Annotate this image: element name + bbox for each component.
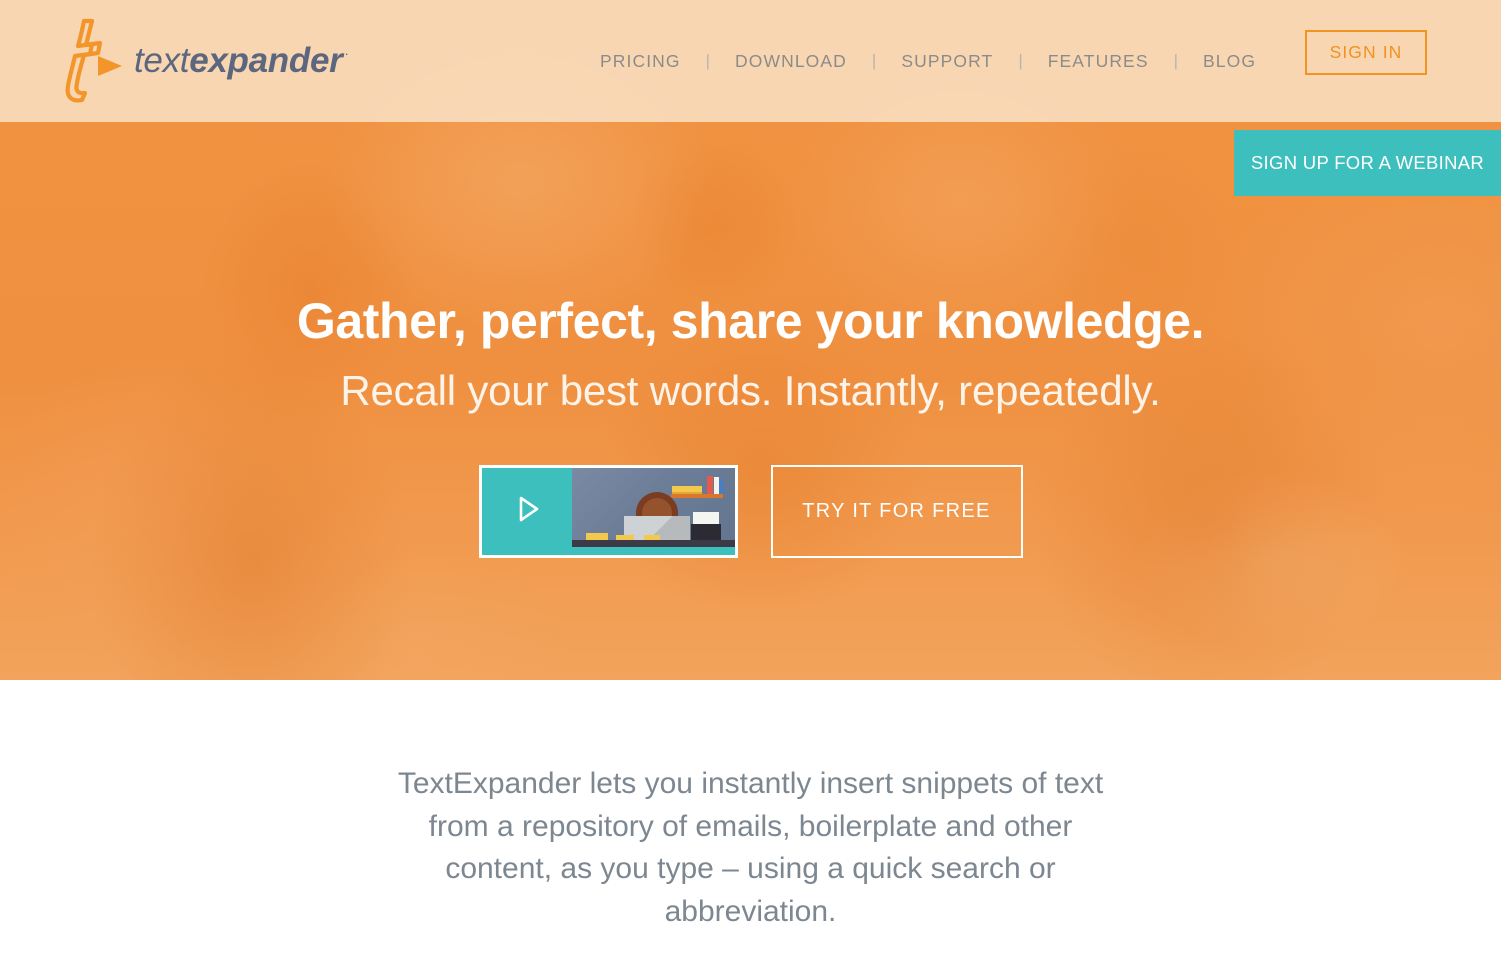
brand-logo[interactable]: textexpander ·	[38, 8, 349, 113]
play-triangle-icon	[507, 489, 547, 534]
nav-item-pricing[interactable]: PRICING	[600, 51, 681, 72]
hero-headline: Gather, perfect, share your knowledge.	[296, 293, 1205, 349]
printer-top-shape	[692, 512, 719, 525]
shelf-icon	[670, 494, 723, 499]
nav-separator: |	[1018, 51, 1023, 70]
webinar-signup-banner[interactable]: SIGN UP FOR A WEBINAR	[1234, 130, 1501, 196]
desk-paper-1	[585, 533, 608, 541]
nav-item-support[interactable]: SUPPORT	[901, 51, 993, 72]
hero-cta-group: TRY IT FOR FREE	[0, 465, 1501, 559]
intro-paragraph: TextExpander lets you instantly insert s…	[397, 767, 1104, 928]
landing-page: textexpander · PRICING | DOWNLOAD | SUPPO…	[0, 0, 1501, 971]
desk-surface-shape	[571, 540, 735, 548]
nav-item-blog[interactable]: BLOG	[1203, 51, 1256, 72]
brand-wordmark: textexpander ·	[134, 41, 349, 80]
hero-section: SIGN UP FOR A WEBINAR Gather, perfect, s…	[0, 122, 1501, 680]
nav-item-download[interactable]: DOWNLOAD	[735, 51, 847, 72]
intro-section: TextExpander lets you instantly insert s…	[0, 680, 1501, 971]
desk-front-shape	[571, 547, 735, 556]
yellow-book-icon	[671, 486, 702, 495]
red-book-icon	[706, 476, 713, 495]
printer-body-shape	[690, 524, 721, 541]
hero-subheadline: Recall your best words. Instantly, repea…	[340, 367, 1161, 414]
nav-item-features[interactable]: FEATURES	[1048, 51, 1149, 72]
sign-in-button[interactable]: SIGN IN	[1305, 30, 1427, 75]
blue-book-icon	[718, 479, 724, 495]
main-navigation: PRICING | DOWNLOAD | SUPPORT | FEATURES …	[600, 0, 1256, 122]
registered-mark: ·	[344, 46, 349, 61]
try-it-for-free-button[interactable]: TRY IT FOR FREE	[770, 465, 1023, 559]
watch-video-thumbnail[interactable]	[478, 465, 738, 559]
nav-separator: |	[1173, 51, 1179, 70]
play-button-panel[interactable]	[481, 468, 572, 556]
nav-separator: |	[871, 51, 877, 70]
brand-name-bold: expander	[189, 41, 343, 80]
textexpander-t-arrow-logo-icon	[38, 15, 124, 107]
site-header: textexpander · PRICING | DOWNLOAD | SUPPO…	[0, 0, 1501, 122]
brand-name-light: text	[134, 41, 190, 80]
nav-separator: |	[705, 51, 711, 70]
video-preview-illustration	[571, 468, 735, 556]
hero-content: Gather, perfect, share your knowledge. R…	[0, 293, 1501, 559]
